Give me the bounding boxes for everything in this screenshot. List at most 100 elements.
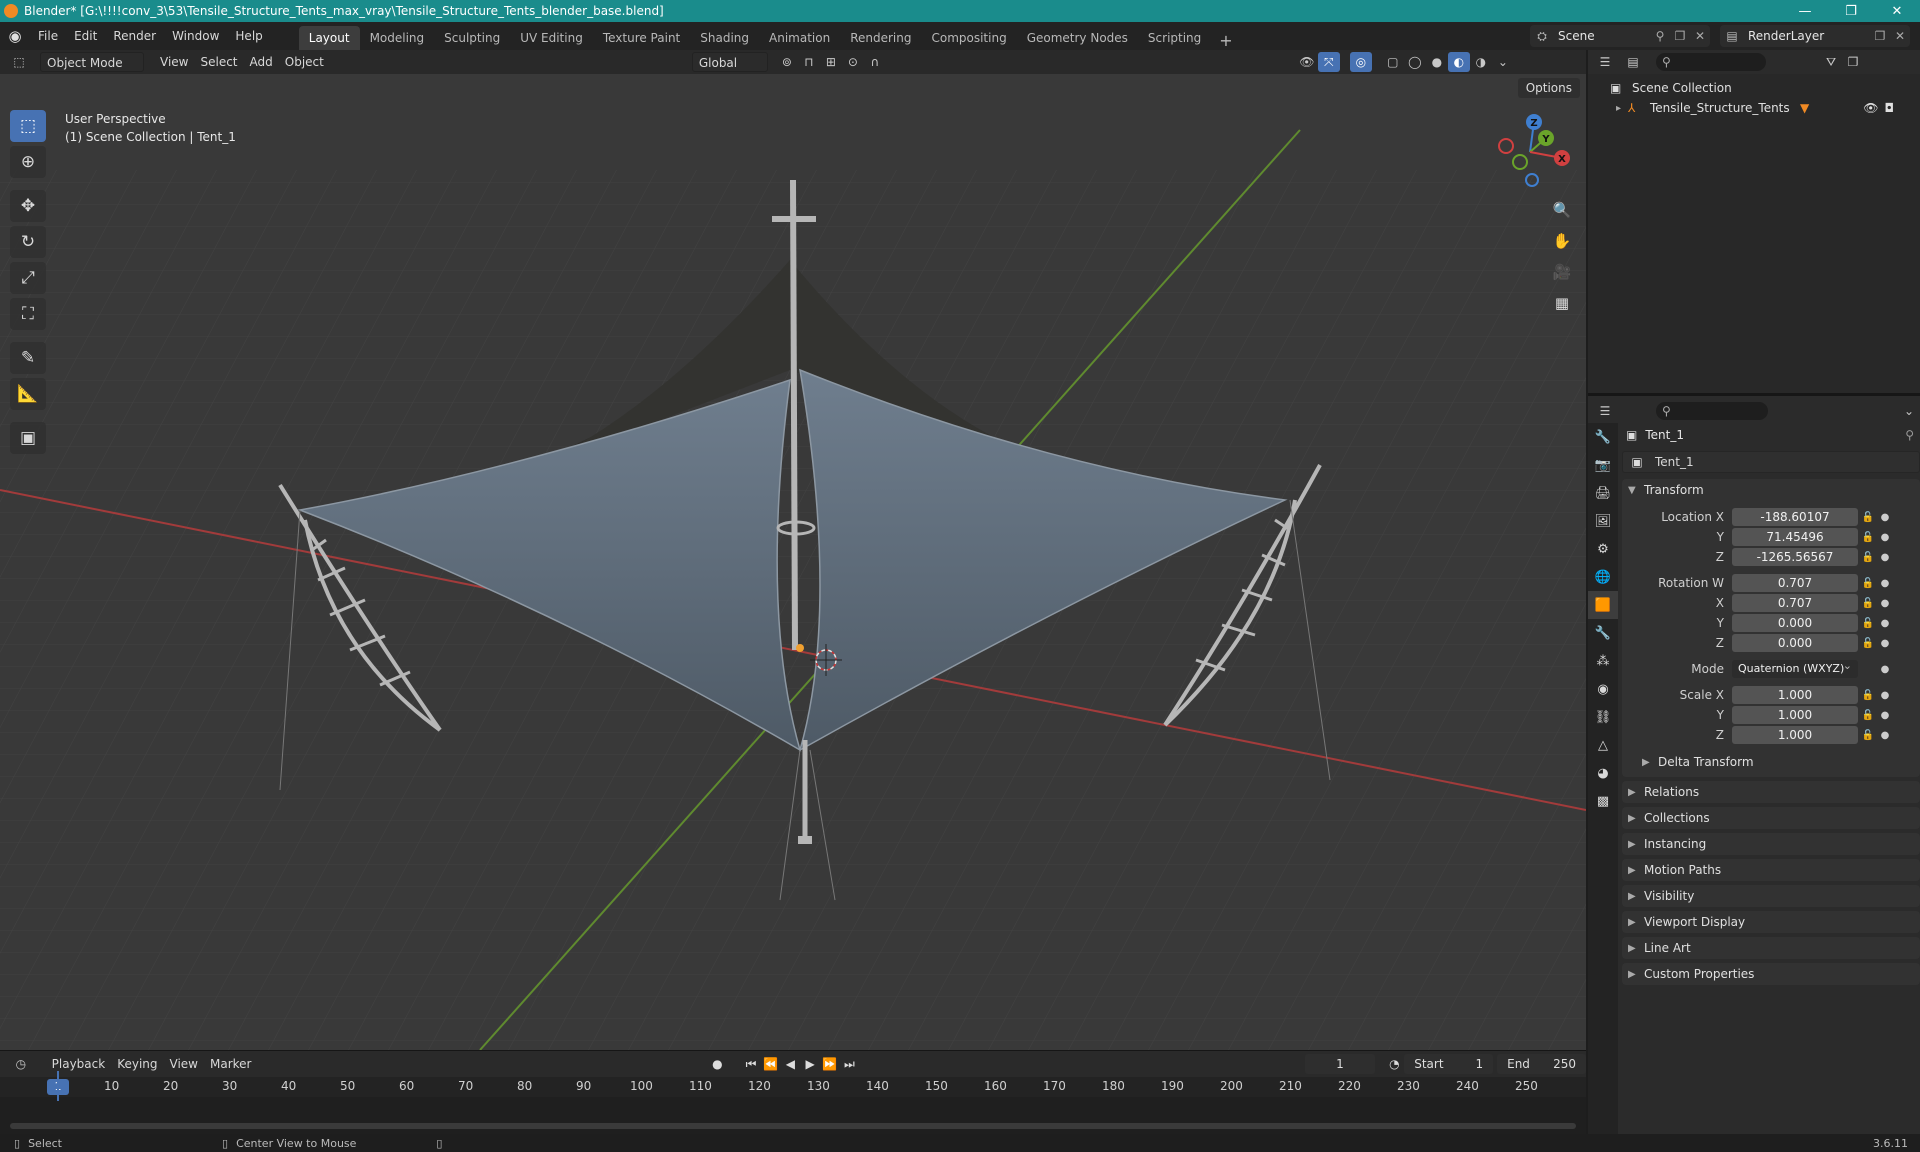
new-layer-icon[interactable]: ❐ xyxy=(1870,29,1890,43)
keyframe-dot-icon[interactable]: ● xyxy=(1878,552,1892,563)
motion-paths-panel[interactable]: ▶ Motion Paths xyxy=(1622,859,1920,881)
next-keyframe-icon[interactable]: ⏩ xyxy=(820,1057,840,1071)
keyframe-dot-icon[interactable]: ● xyxy=(1878,690,1892,701)
snap-icon[interactable]: ⊓ xyxy=(798,52,820,72)
location-z-field[interactable]: -1265.56567 xyxy=(1732,548,1858,566)
menu-file[interactable]: File xyxy=(30,25,66,47)
clock-icon[interactable]: ◔ xyxy=(1385,1057,1405,1071)
tab-geometry-nodes[interactable]: Geometry Nodes xyxy=(1017,26,1138,50)
pin-icon[interactable]: ⚲ xyxy=(1905,428,1914,442)
properties-options-icon[interactable]: ⌄ xyxy=(1898,401,1920,421)
properties-search-input[interactable]: ⚲ xyxy=(1656,402,1768,420)
timeline-ruler[interactable]: 1 10 20 30 40 50 60 70 80 90 100 110 120… xyxy=(0,1077,1586,1097)
menu-select[interactable]: Select xyxy=(194,52,243,72)
visibility-panel[interactable]: ▶ Visibility xyxy=(1622,885,1920,907)
lock-icon[interactable]: 🔓 xyxy=(1858,552,1878,563)
close-icon[interactable]: ✕ xyxy=(1690,29,1710,43)
material-tab-icon[interactable]: ◕ xyxy=(1588,759,1618,787)
keyframe-dot-icon[interactable]: ● xyxy=(1878,710,1892,721)
outliner-row-scene-collection[interactable]: ▣ Scene Collection xyxy=(1588,78,1920,98)
start-frame-field[interactable]: Start 1 xyxy=(1404,1054,1494,1074)
record-icon[interactable]: ● xyxy=(707,1057,727,1071)
viewport-scene[interactable] xyxy=(0,50,1586,1050)
material-preview-icon[interactable]: ◐ xyxy=(1447,52,1470,72)
location-x-field[interactable]: -188.60107 xyxy=(1732,508,1858,526)
menu-help[interactable]: Help xyxy=(227,25,270,47)
render-tab-icon[interactable]: 📷 xyxy=(1588,451,1618,479)
current-frame-field[interactable]: 1 xyxy=(1305,1054,1375,1074)
annotate-tool-icon[interactable]: ✎ xyxy=(10,342,46,374)
tab-texture-paint[interactable]: Texture Paint xyxy=(593,26,690,50)
lock-icon[interactable]: 🔓 xyxy=(1858,618,1878,629)
keyframe-dot-icon[interactable]: ● xyxy=(1878,664,1892,675)
keyframe-dot-icon[interactable]: ● xyxy=(1878,512,1892,523)
perspective-toggle-icon[interactable]: ▦ xyxy=(1548,289,1576,317)
tab-uv-editing[interactable]: UV Editing xyxy=(510,26,593,50)
menu-view[interactable]: View xyxy=(154,52,194,72)
playback-menu[interactable]: Playback xyxy=(46,1054,112,1074)
end-frame-field[interactable]: End 250 xyxy=(1497,1054,1587,1074)
menu-object[interactable]: Object xyxy=(279,52,330,72)
transform-panel-header[interactable]: ▼ Transform xyxy=(1622,479,1920,501)
maximize-button[interactable]: ❐ xyxy=(1828,0,1874,22)
add-workspace-button[interactable]: + xyxy=(1211,31,1240,50)
outliner-row-tents[interactable]: ▸ ⅄ Tensile_Structure_Tents ▼ 👁 ◘ xyxy=(1588,98,1920,118)
tab-rendering[interactable]: Rendering xyxy=(840,26,921,50)
overlay-toggle-icon[interactable]: ◎ xyxy=(1349,52,1372,72)
scale-x-field[interactable]: 1.000 xyxy=(1732,686,1858,704)
modifier-tab-icon[interactable]: 🔧 xyxy=(1588,619,1618,647)
tab-sculpting[interactable]: Sculpting xyxy=(434,26,510,50)
tab-shading[interactable]: Shading xyxy=(690,26,759,50)
lock-icon[interactable]: 🔓 xyxy=(1858,512,1878,523)
menu-render[interactable]: Render xyxy=(105,25,164,47)
keyframe-dot-icon[interactable]: ● xyxy=(1878,578,1892,589)
transform-tool-icon[interactable]: ⛶ xyxy=(10,298,46,330)
snap-target-icon[interactable]: ⊞ xyxy=(820,52,842,72)
options-dropdown[interactable]: Options xyxy=(1517,78,1580,98)
tab-scripting[interactable]: Scripting xyxy=(1138,26,1211,50)
scene-selector[interactable]: ⛭ Scene ⚲ ❐ ✕ xyxy=(1530,25,1710,47)
camera-view-icon[interactable]: 🎥 xyxy=(1548,258,1576,286)
close-button[interactable]: ✕ xyxy=(1874,0,1920,22)
visibility-icon[interactable]: 👁 xyxy=(1296,52,1318,72)
menu-edit[interactable]: Edit xyxy=(66,25,105,47)
expand-arrow-icon[interactable]: ▸ xyxy=(1616,103,1628,114)
play-reverse-icon[interactable]: ◀ xyxy=(781,1057,801,1071)
jump-end-icon[interactable]: ⏭ xyxy=(840,1057,860,1072)
pin-icon[interactable]: ⚲ xyxy=(1650,29,1670,43)
instancing-panel[interactable]: ▶ Instancing xyxy=(1622,833,1920,855)
view-layer-selector[interactable]: ▤ RenderLayer ❐ ✕ xyxy=(1720,25,1910,47)
jump-start-icon[interactable]: ⏮ xyxy=(741,1057,761,1072)
timeline-scrollbar[interactable] xyxy=(10,1123,1576,1129)
pan-hand-icon[interactable]: ✋ xyxy=(1548,227,1576,255)
keyframe-dot-icon[interactable]: ● xyxy=(1878,598,1892,609)
rendered-shading-icon[interactable]: ◑ xyxy=(1470,52,1492,72)
new-collection-icon[interactable]: ❐ xyxy=(1842,52,1864,72)
zoom-icon[interactable]: 🔍 xyxy=(1548,196,1576,224)
render-camera-icon[interactable]: ◘ xyxy=(1884,101,1894,115)
object-tab-icon[interactable]: 🟧 xyxy=(1588,591,1618,619)
menu-window[interactable]: Window xyxy=(164,25,227,47)
blender-logo-icon[interactable]: ◉ xyxy=(0,22,30,50)
relations-panel[interactable]: ▶ Relations xyxy=(1622,781,1920,803)
object-name-value[interactable]: Tent_1 xyxy=(1651,455,1694,469)
particles-tab-icon[interactable]: ⁂ xyxy=(1588,647,1618,675)
mode-dropdown[interactable]: Object Mode xyxy=(40,52,144,72)
texture-tab-icon[interactable]: ▩ xyxy=(1588,787,1618,815)
menu-add[interactable]: Add xyxy=(244,52,279,72)
rotation-x-field[interactable]: 0.707 xyxy=(1732,594,1858,612)
lock-icon[interactable]: 🔓 xyxy=(1858,532,1878,543)
lock-icon[interactable]: 🔓 xyxy=(1858,710,1878,721)
lock-icon[interactable]: 🔓 xyxy=(1858,690,1878,701)
shading-options-icon[interactable]: ⌄ xyxy=(1492,52,1514,72)
editor-type-icon[interactable]: ⬚ xyxy=(8,52,30,72)
solid-shading-icon[interactable]: ● xyxy=(1426,52,1448,72)
wireframe-shading-icon[interactable]: ◯ xyxy=(1404,52,1426,72)
navigation-gizmo[interactable]: Z Y X xyxy=(1490,110,1570,190)
tab-animation[interactable]: Animation xyxy=(759,26,840,50)
eye-visibility-icon[interactable]: 👁 xyxy=(1863,101,1878,115)
lock-icon[interactable]: 🔓 xyxy=(1858,578,1878,589)
tool-tab-icon[interactable]: 🔧 xyxy=(1588,423,1618,451)
gizmo-neg-x[interactable] xyxy=(1498,138,1514,154)
filter-icon[interactable]: ⛛ xyxy=(1820,52,1842,72)
